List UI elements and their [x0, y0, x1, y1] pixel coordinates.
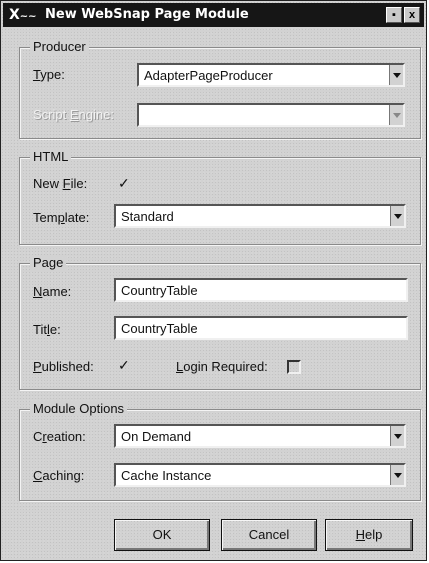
script-engine-label: Script Engine:	[33, 107, 114, 122]
login-required-checkbox[interactable]	[287, 360, 301, 374]
close-icon[interactable]: x	[404, 7, 420, 23]
chevron-down-icon[interactable]	[390, 426, 404, 446]
title-bar[interactable]: X~~ New WebSnap Page Module ▪ x	[3, 3, 424, 27]
name-field[interactable]: CountryTable	[114, 278, 408, 302]
chevron-down-icon[interactable]	[390, 206, 404, 226]
type-label: Type:	[33, 67, 65, 82]
published-checkbox[interactable]: ✓	[118, 358, 132, 373]
type-value: AdapterPageProducer	[144, 68, 273, 83]
new-file-label: New File:	[33, 176, 88, 191]
dialog-window: X~~ New WebSnap Page Module ▪ x Producer…	[0, 0, 427, 561]
help-button[interactable]: Help	[325, 519, 413, 551]
module-options-group-title: Module Options	[30, 401, 128, 416]
template-value: Standard	[121, 209, 174, 224]
producer-group-title: Producer	[30, 39, 89, 54]
script-engine-combo[interactable]	[137, 103, 405, 127]
html-group-title: HTML	[30, 149, 72, 164]
name-label: Name:	[33, 284, 72, 299]
chevron-down-icon[interactable]	[390, 465, 404, 485]
new-file-checkbox[interactable]: ✓	[118, 176, 132, 191]
type-combo[interactable]: AdapterPageProducer	[137, 63, 405, 87]
creation-label: Creation:	[33, 429, 86, 444]
minimize-icon[interactable]: ▪	[386, 7, 402, 23]
ok-button[interactable]: OK	[114, 519, 210, 551]
chevron-down-icon[interactable]	[389, 105, 403, 125]
cancel-button[interactable]: Cancel	[221, 519, 317, 551]
template-label: Template:	[33, 210, 90, 225]
creation-combo[interactable]: On Demand	[114, 424, 406, 448]
login-required-label: Login Required:	[176, 359, 268, 374]
window-title: New WebSnap Page Module	[45, 7, 249, 22]
page-group-title: Page	[30, 255, 67, 270]
creation-value: On Demand	[121, 429, 192, 444]
title-label: Title:	[33, 322, 61, 337]
caching-label: Caching:	[33, 468, 85, 483]
chevron-down-icon[interactable]	[389, 65, 403, 85]
module-options-group: Module Options	[19, 401, 421, 501]
html-group: HTML	[19, 149, 421, 245]
caching-combo[interactable]: Cache Instance	[114, 463, 406, 487]
template-combo[interactable]: Standard	[114, 204, 406, 228]
title-field[interactable]: CountryTable	[114, 316, 408, 340]
window-menu-icon[interactable]: X~~	[9, 5, 43, 25]
published-label: Published:	[33, 359, 94, 374]
caching-value: Cache Instance	[121, 468, 212, 483]
